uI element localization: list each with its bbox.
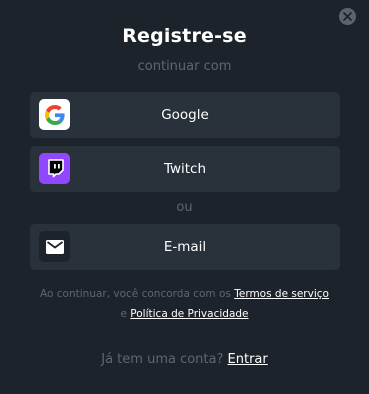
login-prompt-text: Já tem uma conta? xyxy=(101,352,224,367)
terms-prefix: Ao continuar, você concorda com os xyxy=(40,288,231,300)
mail-icon xyxy=(39,231,70,262)
terms-notice: Ao continuar, você concorda com os Termo… xyxy=(40,284,329,324)
close-icon xyxy=(343,12,352,21)
close-button[interactable] xyxy=(339,8,356,25)
continue-with-label: continuar com xyxy=(137,59,232,74)
privacy-policy-link[interactable]: Política de Privacidade xyxy=(130,308,248,320)
login-link[interactable]: Entrar xyxy=(228,352,268,367)
login-prompt: Já tem uma conta? Entrar xyxy=(0,352,369,367)
twitch-label: Twitch xyxy=(163,161,207,177)
email-button[interactable]: E-mail xyxy=(30,224,340,270)
google-label: Google xyxy=(161,107,209,123)
terms-conjunction: e xyxy=(120,308,127,320)
or-divider: ou xyxy=(176,200,193,215)
google-button[interactable]: Google xyxy=(30,92,340,138)
twitch-icon xyxy=(39,153,70,184)
register-modal: Registre-se continuar com Google Twitch … xyxy=(0,0,369,394)
terms-of-service-link[interactable]: Termos de serviço xyxy=(234,288,329,300)
modal-title: Registre-se xyxy=(122,25,247,47)
google-icon xyxy=(39,99,70,130)
twitch-button[interactable]: Twitch xyxy=(30,146,340,192)
email-label: E-mail xyxy=(163,239,207,255)
